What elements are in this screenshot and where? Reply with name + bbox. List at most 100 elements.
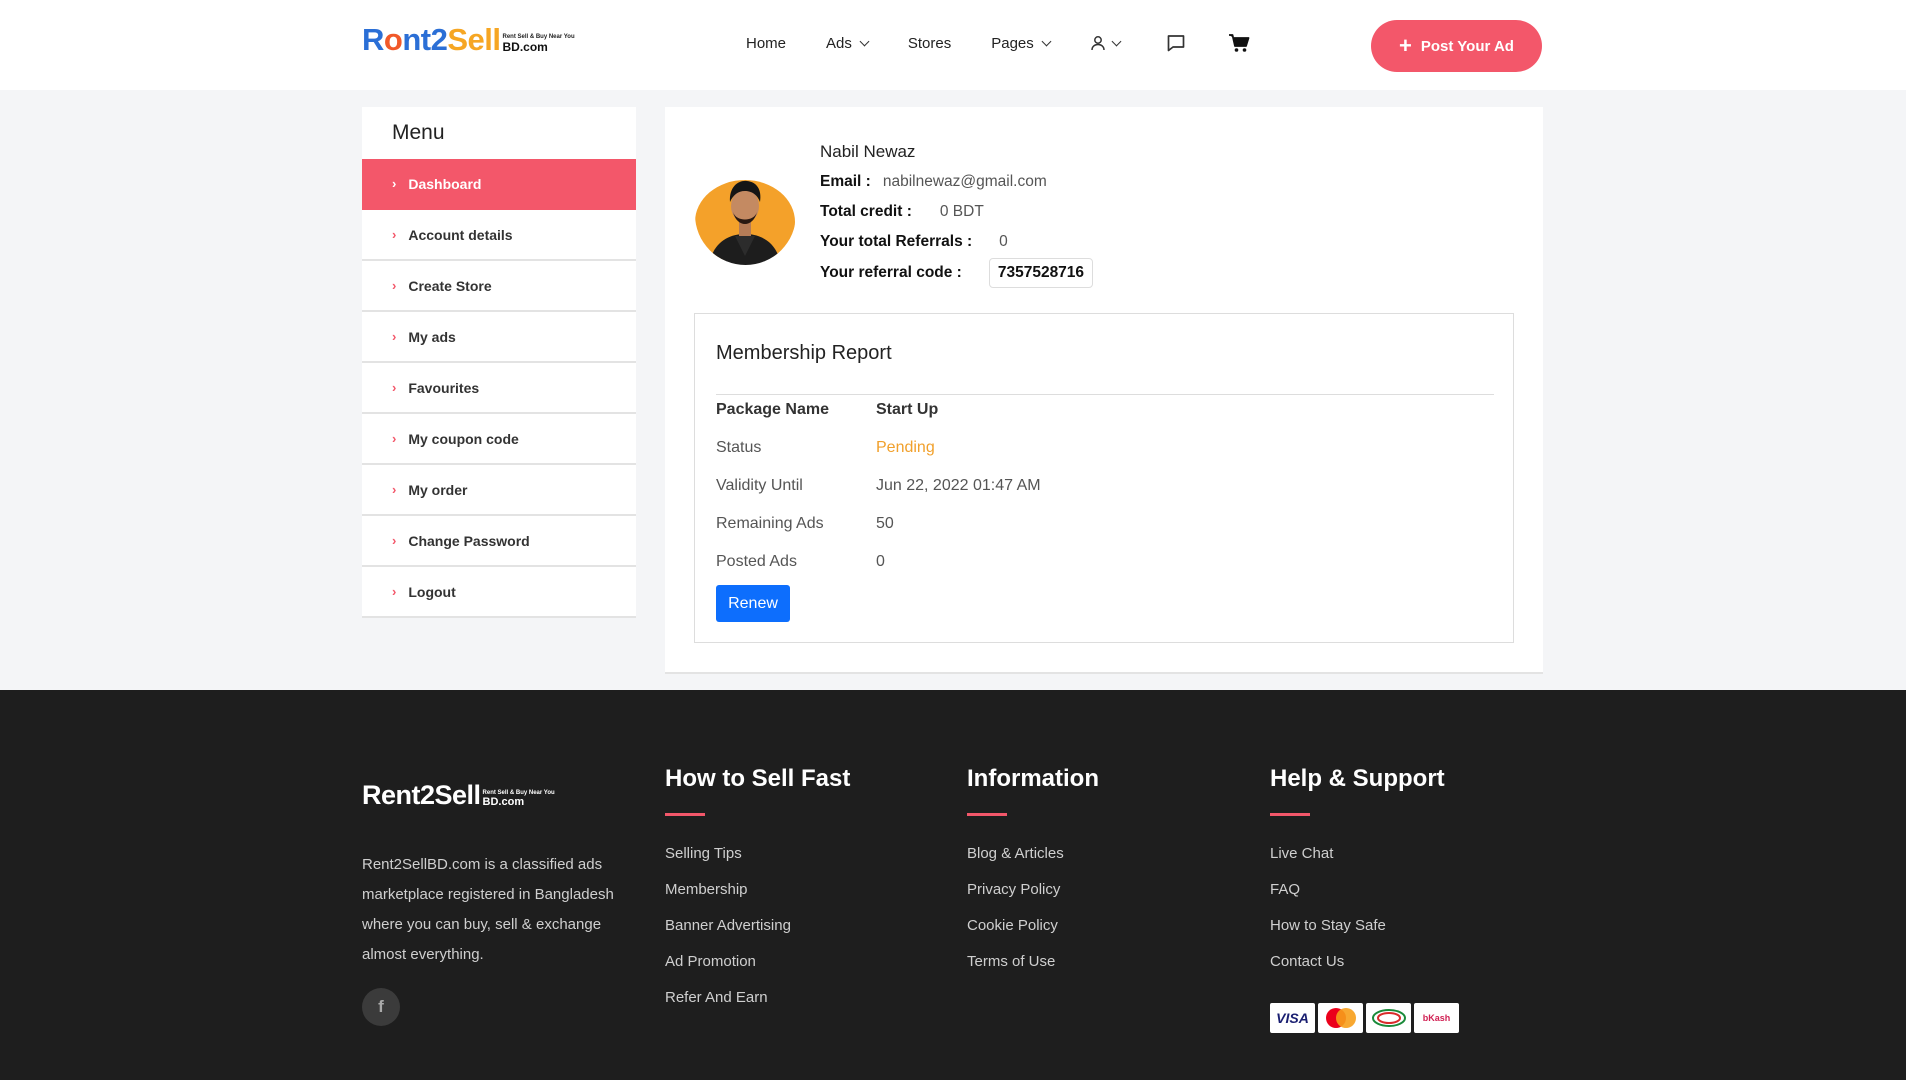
mastercard-icon [1318,1003,1363,1033]
report-value: 0 [876,553,885,570]
footer-col-title: Information [967,765,1099,792]
referrals-value: 0 [999,233,1008,250]
report-value: 50 [876,515,894,532]
sidebar-item-my-order[interactable]: › My order [362,465,636,516]
sidebar-item-label: Logout [408,583,456,600]
report-key: Status [716,439,762,456]
sidebar-item-my-ads[interactable]: › My ads [362,312,636,363]
report-key: Validity Until [716,477,803,494]
membership-report: Membership Report Package Name Start Up … [694,313,1514,643]
user-menu[interactable] [1090,35,1122,51]
nav-ads[interactable]: Ads [826,34,870,52]
footer-col-help-support: Help & Support Live Chat FAQ How to Stay… [1270,765,1445,989]
sidebar-item-logout[interactable]: › Logout [362,567,636,618]
chevron-down-icon [1041,36,1052,46]
footer-link[interactable]: Banner Advertising [665,917,850,953]
chevron-right-icon: › [392,176,397,191]
footer-col-how-to-sell: How to Sell Fast Selling Tips Membership… [665,765,850,1025]
chat-icon [1167,35,1185,52]
site-footer: Rent2Sell Rent Sell & Buy Near You BD.co… [0,690,1906,1080]
nav-stores[interactable]: Stores [908,35,951,52]
report-key: Remaining Ads [716,515,824,532]
footer-link[interactable]: Terms of Use [967,953,1099,989]
footer-link[interactable]: Membership [665,881,850,917]
sidebar-item-label: My ads [408,328,456,345]
cart-button[interactable] [1228,33,1250,53]
credit-row: Total credit : 0 BDT [820,203,984,221]
report-row-status: Status Pending [716,439,935,457]
chevron-right-icon: › [392,482,397,497]
nav-pages[interactable]: Pages [991,34,1052,52]
sidebar-item-create-store[interactable]: › Create Store [362,261,636,312]
accent-bar [967,813,1007,816]
refcode-label: Your referral code : [820,264,962,281]
nav-pages-label: Pages [991,34,1034,52]
bkash-icon: bKash [1414,1003,1459,1033]
footer-link[interactable]: Cookie Policy [967,917,1099,953]
post-your-ad-button[interactable]: + Post Your Ad [1371,20,1542,72]
footer-link[interactable]: Contact Us [1270,953,1445,989]
status-badge: Pending [876,439,935,456]
footer-link[interactable]: Selling Tips [665,845,850,881]
sidebar-item-label: My coupon code [408,430,519,447]
profile-name: Nabil Newaz [820,142,916,161]
footer-link[interactable]: Refer And Earn [665,989,850,1025]
facebook-icon[interactable]: f [362,988,400,1026]
report-row-posted: Posted Ads 0 [716,553,885,571]
cart-icon [1228,34,1250,52]
sidebar-item-label: Dashboard [408,175,482,192]
footer-col-title: How to Sell Fast [665,765,851,792]
email-value: nabilnewaz@gmail.com [882,173,1047,190]
chevron-down-icon [1111,36,1122,46]
accent-bar [665,813,705,816]
dashboard-panel: Nabil Newaz Email : nabilnewaz@gmail.com… [665,107,1543,674]
account-sidebar: Menu › Dashboard › Account details › Create… [362,107,636,618]
chevron-down-icon [859,36,870,46]
sidebar-item-label: Account details [408,226,513,243]
sidebar-item-change-password[interactable]: › Change Password [362,516,636,567]
chevron-right-icon: › [392,278,397,293]
visa-icon: VISA [1270,1003,1315,1033]
logo-domain: BD.com [502,40,548,54]
logo-wordmark: Ront2Sell [362,22,501,57]
site-header: Ront2Sell Rent Sell & Buy Near You BD.co… [0,0,1906,90]
chat-button[interactable] [1166,33,1186,53]
site-logo[interactable]: Ront2Sell Rent Sell & Buy Near You BD.co… [362,24,575,55]
email-label: Email : [820,173,871,190]
main-nav: Home Ads Stores Pages [746,30,1286,56]
sidebar-item-label: Create Store [408,277,492,294]
sidebar-item-favourites[interactable]: › Favourites [362,363,636,414]
sidebar-item-my-coupon-code[interactable]: › My coupon code [362,414,636,465]
sidebar-item-label: My order [408,481,468,498]
report-value: Start Up [876,401,939,418]
report-row-validity: Validity Until Jun 22, 2022 01:47 AM [716,477,1041,495]
renew-button[interactable]: Renew [716,585,790,622]
footer-link[interactable]: Ad Promotion [665,953,850,989]
sidebar-item-account-details[interactable]: › Account details [362,210,636,261]
plus-icon: + [1399,33,1412,58]
footer-link[interactable]: How to Stay Safe [1270,917,1445,953]
chevron-right-icon: › [392,329,397,344]
bank-card-icon [1366,1003,1411,1033]
payment-methods: VISA bKash [1270,1003,1462,1033]
footer-link[interactable]: Blog & Articles [967,845,1099,881]
nav-home[interactable]: Home [746,35,786,52]
divider [716,394,1494,395]
chevron-right-icon: › [392,584,397,599]
credit-label: Total credit : [820,203,912,220]
footer-logo[interactable]: Rent2Sell Rent Sell & Buy Near You BD.co… [362,782,555,809]
footer-logo-domain: BD.com [482,796,525,808]
footer-link[interactable]: FAQ [1270,881,1445,917]
report-value: Jun 22, 2022 01:47 AM [876,477,1041,494]
chevron-right-icon: › [392,227,397,242]
footer-link[interactable]: Privacy Policy [967,881,1099,917]
footer-col-information: Information Blog & Articles Privacy Poli… [967,765,1099,989]
sidebar-item-dashboard[interactable]: › Dashboard [362,159,636,210]
referral-code-box[interactable]: 7357528716 [988,258,1094,288]
report-key: Posted Ads [716,553,797,570]
sidebar-item-label: Change Password [408,532,530,549]
nav-ads-label: Ads [826,34,852,52]
avatar [695,164,796,265]
footer-link[interactable]: Live Chat [1270,845,1445,881]
report-row-package: Package Name Start Up [716,401,938,419]
